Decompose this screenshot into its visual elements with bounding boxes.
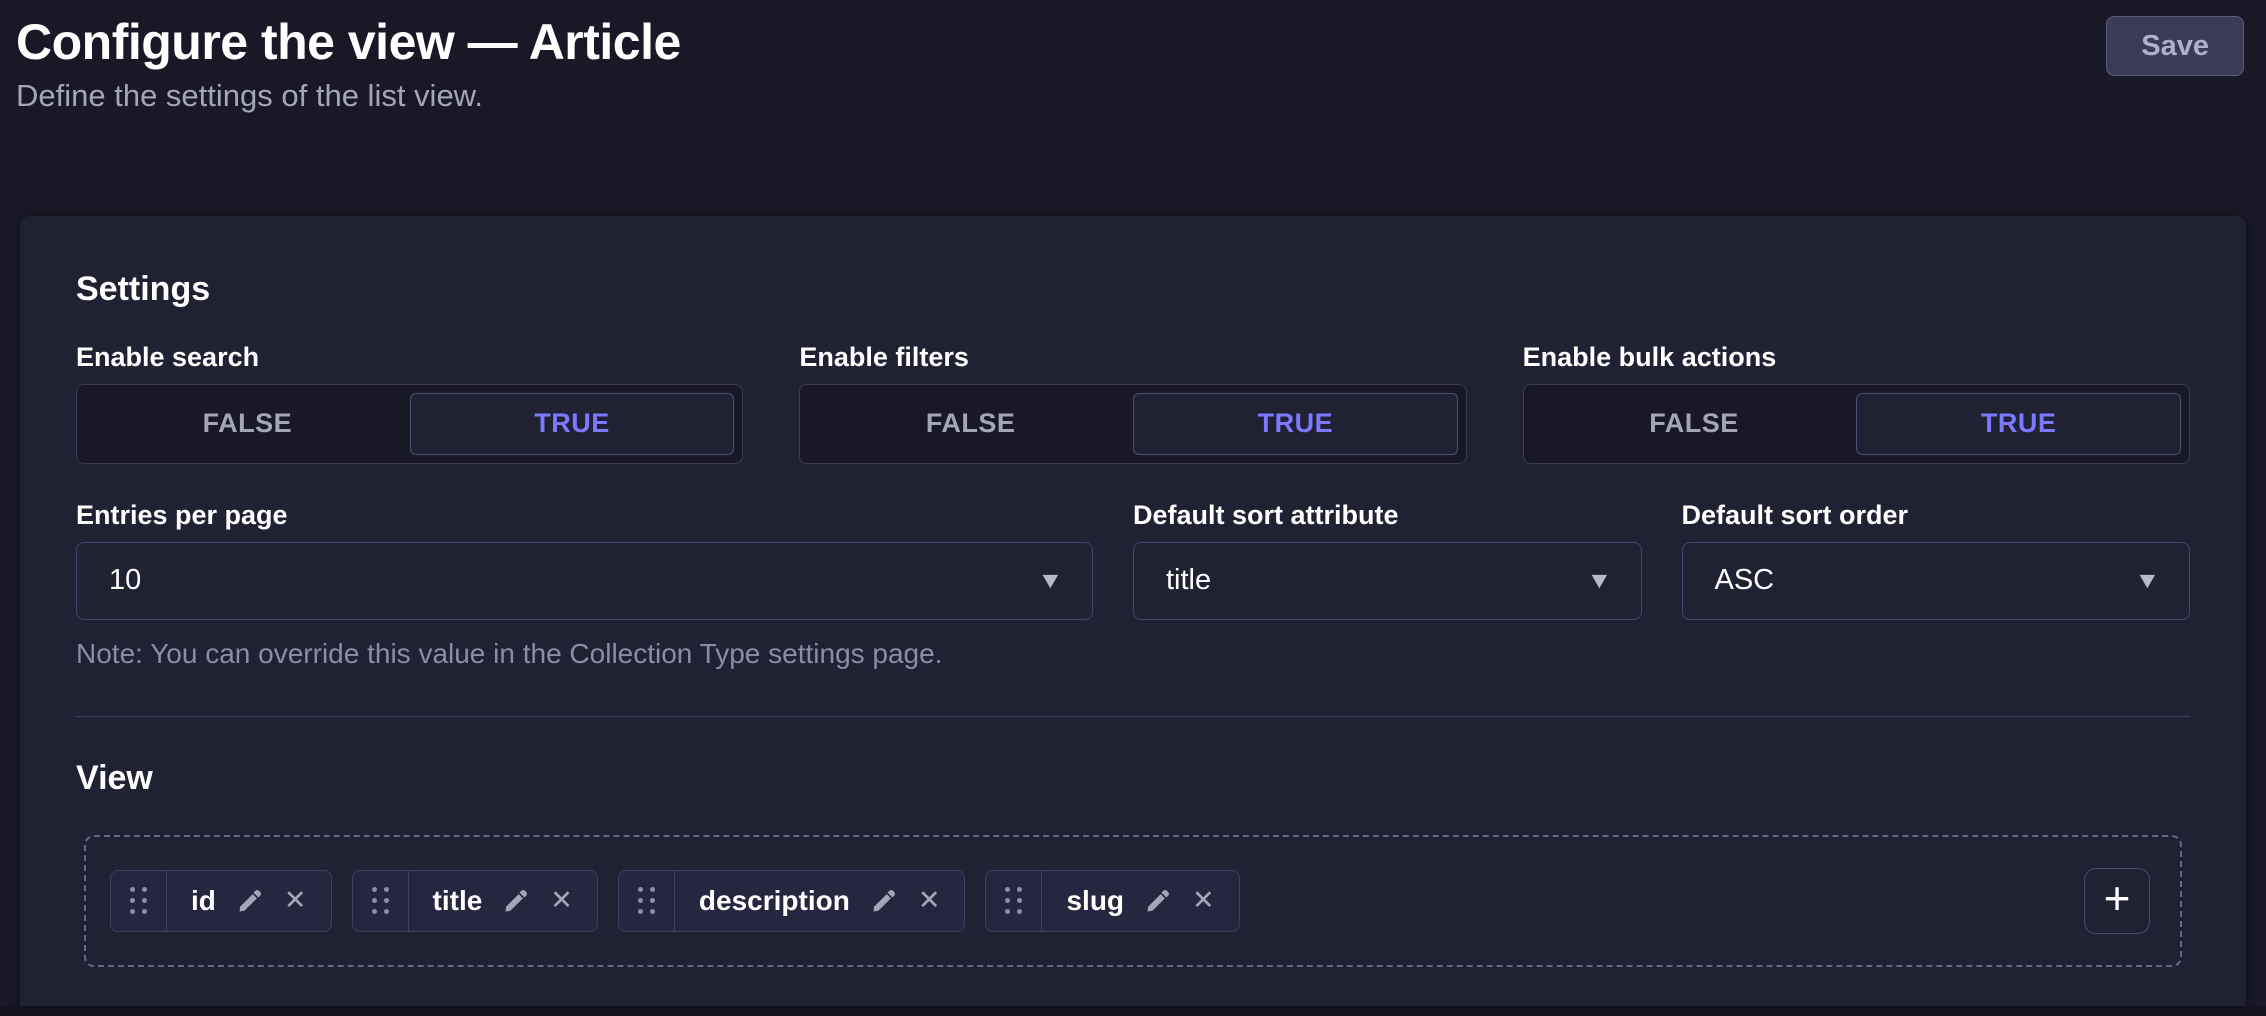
drag-handle-icon <box>1005 887 1010 892</box>
field-label: Entries per page <box>76 498 1093 532</box>
field-chip-id[interactable]: id ✕ <box>110 870 332 932</box>
edit-field-button[interactable] <box>502 887 530 915</box>
chip-body: id ✕ <box>167 871 331 931</box>
field-chip-title[interactable]: title ✕ <box>352 870 598 932</box>
edit-field-button[interactable] <box>1144 887 1172 915</box>
page-header: Configure the view — Article Define the … <box>0 0 2266 114</box>
pencil-icon <box>502 887 530 915</box>
field-label: Default sort order <box>1682 498 2191 532</box>
remove-field-button[interactable]: ✕ <box>918 887 941 914</box>
drag-handle-icon <box>372 887 377 892</box>
configure-view-page: Configure the view — Article Define the … <box>0 0 2266 1016</box>
field-label: Default sort attribute <box>1133 498 1642 532</box>
page-title: Configure the view — Article <box>16 14 681 72</box>
drag-handle[interactable] <box>619 871 675 931</box>
entries-per-page-note: Note: You can override this value in the… <box>76 638 2190 670</box>
chip-body: title ✕ <box>409 871 597 931</box>
enable-search-toggle[interactable]: FALSE TRUE <box>76 384 743 464</box>
chip-label: slug <box>1066 885 1124 917</box>
default-sort-attribute-select[interactable]: title ▼ <box>1133 542 1642 620</box>
selected-value: 10 <box>109 564 141 597</box>
remove-field-button[interactable]: ✕ <box>284 887 307 914</box>
chevron-down-icon: ▼ <box>1586 569 1612 592</box>
page-header-text: Configure the view — Article Define the … <box>16 14 681 114</box>
field-label: Enable bulk actions <box>1523 340 2190 374</box>
field-enable-search: Enable search FALSE TRUE <box>76 340 743 464</box>
close-icon: ✕ <box>550 887 573 914</box>
field-enable-filters: Enable filters FALSE TRUE <box>799 340 1466 464</box>
view-heading: View <box>76 757 2190 799</box>
field-chip-slug[interactable]: slug ✕ <box>985 870 1239 932</box>
section-divider <box>76 716 2190 717</box>
close-icon: ✕ <box>1192 887 1215 914</box>
default-sort-order-select[interactable]: ASC ▼ <box>1682 542 2191 620</box>
enable-bulk-actions-toggle[interactable]: FALSE TRUE <box>1523 384 2190 464</box>
field-default-sort-order: Default sort order ASC ▼ <box>1682 498 2191 620</box>
chip-label: title <box>433 885 483 917</box>
plus-icon: + <box>2104 875 2131 921</box>
edit-field-button[interactable] <box>870 887 898 915</box>
settings-card: Settings Enable search FALSE TRUE Enable… <box>20 216 2246 1016</box>
bottom-edge <box>0 1006 2266 1016</box>
field-label: Enable search <box>76 340 743 374</box>
displayed-fields-dropzone: id ✕ title <box>84 835 2182 967</box>
page-subtitle: Define the settings of the list view. <box>16 78 681 114</box>
field-label: Enable filters <box>799 340 1466 374</box>
pencil-icon <box>870 887 898 915</box>
toggle-row: Enable search FALSE TRUE Enable filters … <box>76 340 2190 464</box>
chevron-down-icon: ▼ <box>1038 569 1064 592</box>
chip-body: slug ✕ <box>1042 871 1238 931</box>
edit-field-button[interactable] <box>236 887 264 915</box>
drag-handle[interactable] <box>111 871 167 931</box>
close-icon: ✕ <box>284 887 307 914</box>
drag-handle-icon <box>130 887 135 892</box>
drag-handle-icon <box>638 887 643 892</box>
save-button[interactable]: Save <box>2106 16 2244 76</box>
pencil-icon <box>236 887 264 915</box>
selected-value: title <box>1166 564 1211 597</box>
enable-search-false-option[interactable]: FALSE <box>85 393 410 455</box>
field-default-sort-attribute: Default sort attribute title ▼ <box>1133 498 1642 620</box>
selected-value: ASC <box>1715 564 1775 597</box>
field-chip-list: id ✕ title <box>110 870 1240 932</box>
chevron-down-icon: ▼ <box>2135 569 2161 592</box>
enable-search-true-option[interactable]: TRUE <box>410 393 735 455</box>
add-field-button[interactable]: + <box>2084 868 2150 934</box>
enable-filters-false-option[interactable]: FALSE <box>808 393 1133 455</box>
enable-bulk-actions-true-option[interactable]: TRUE <box>1856 393 2181 455</box>
select-row: Entries per page 10 ▼ Default sort attri… <box>76 498 2190 620</box>
drag-handle[interactable] <box>353 871 409 931</box>
drag-handle[interactable] <box>986 871 1042 931</box>
pencil-icon <box>1144 887 1172 915</box>
field-chip-description[interactable]: description ✕ <box>618 870 966 932</box>
chip-label: description <box>699 885 850 917</box>
enable-filters-toggle[interactable]: FALSE TRUE <box>799 384 1466 464</box>
remove-field-button[interactable]: ✕ <box>1192 887 1215 914</box>
chip-label: id <box>191 885 216 917</box>
chip-body: description ✕ <box>675 871 965 931</box>
field-enable-bulk-actions: Enable bulk actions FALSE TRUE <box>1523 340 2190 464</box>
entries-per-page-select[interactable]: 10 ▼ <box>76 542 1093 620</box>
remove-field-button[interactable]: ✕ <box>550 887 573 914</box>
close-icon: ✕ <box>918 887 941 914</box>
settings-heading: Settings <box>76 268 2190 310</box>
enable-filters-true-option[interactable]: TRUE <box>1133 393 1458 455</box>
field-entries-per-page: Entries per page 10 ▼ <box>76 498 1093 620</box>
enable-bulk-actions-false-option[interactable]: FALSE <box>1532 393 1857 455</box>
